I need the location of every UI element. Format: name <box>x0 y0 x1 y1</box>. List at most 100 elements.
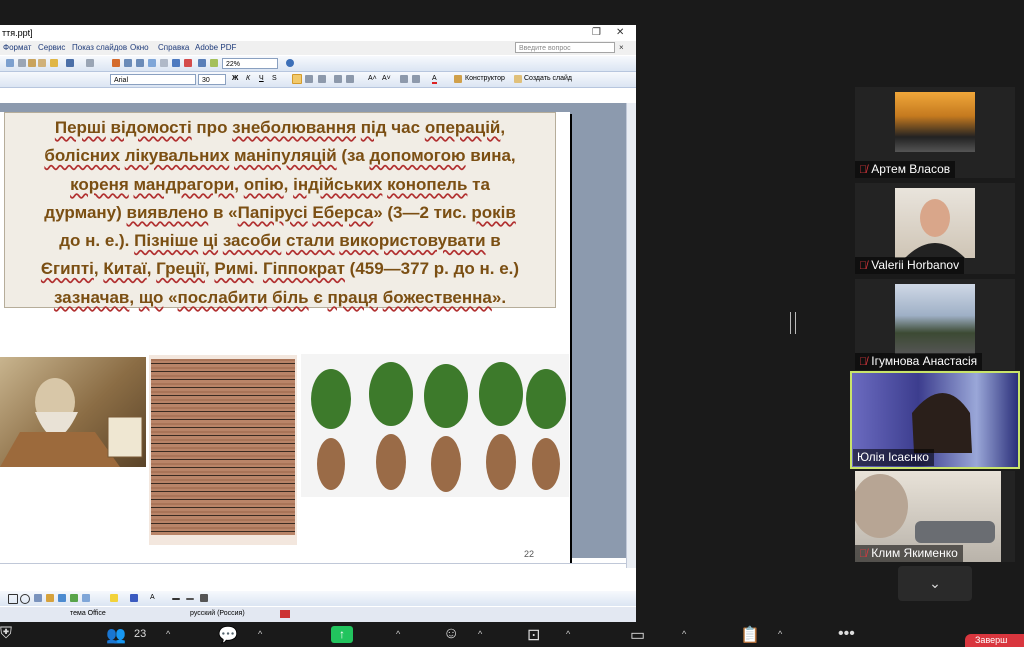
apps-caret-icon[interactable]: ^ <box>566 629 570 639</box>
new-slide-button[interactable]: Создать слайд <box>524 75 572 82</box>
help-icon[interactable] <box>286 59 294 67</box>
standard-toolbar: 22% <box>0 56 636 72</box>
align-right-icon[interactable] <box>318 75 326 83</box>
reactions-icon[interactable]: ☺ <box>443 625 459 643</box>
wordart-tool-icon[interactable] <box>46 594 54 602</box>
font-color-draw-icon[interactable]: A <box>150 594 155 601</box>
line-style-icon[interactable] <box>172 598 180 600</box>
end-meeting-button[interactable]: Заверш <box>965 634 1024 647</box>
design-button[interactable]: Конструктор <box>465 75 505 82</box>
slide-text-segment: (за <box>336 146 370 166</box>
oval-tool-icon[interactable] <box>20 594 30 604</box>
spellcheck-word: божественна <box>382 287 492 307</box>
share-caret-icon[interactable]: ^ <box>396 629 400 639</box>
participant-tile-3[interactable]: 🎙̸ Ігумнова Анастасія <box>855 279 1015 370</box>
show-formatting-icon[interactable] <box>184 59 192 67</box>
bullets-icon[interactable] <box>346 75 354 83</box>
security-shield-icon[interactable]: ⛨ <box>0 625 12 643</box>
spellcheck-word: праця <box>327 287 378 307</box>
notes-icon[interactable]: 📋 <box>740 625 760 645</box>
undo-icon[interactable] <box>66 59 74 67</box>
spelling-icon[interactable] <box>280 610 290 618</box>
participant-tile-4[interactable]: Юлія Ісаєнко <box>850 371 1020 469</box>
increase-indent-icon[interactable] <box>412 75 420 83</box>
muted-mic-icon: 🎙̸ <box>859 356 868 368</box>
zoom-select[interactable]: 22% <box>222 58 278 69</box>
split-drag-handle[interactable] <box>790 312 796 334</box>
chart-icon[interactable] <box>112 59 120 67</box>
participant-tile-2[interactable]: 🎙̸ Valerii Horbanov <box>855 183 1015 274</box>
more-icon[interactable]: ••• <box>838 625 855 643</box>
bold-button[interactable]: Ж <box>232 75 238 82</box>
ask-question-input[interactable]: Введите вопрос <box>515 42 615 53</box>
increase-font-icon[interactable]: A˄ <box>368 75 377 82</box>
textbox-tool-icon[interactable] <box>34 594 42 602</box>
menu-adobe-pdf[interactable]: Adobe PDF <box>195 43 236 52</box>
dash-style-icon[interactable] <box>186 598 194 600</box>
tables-borders-icon[interactable] <box>136 59 144 67</box>
arrow-style-icon[interactable] <box>200 594 208 602</box>
cut-icon[interactable] <box>18 59 26 67</box>
spellcheck-word: лікувальних <box>124 146 230 166</box>
participants-caret-icon[interactable]: ^ <box>166 629 170 639</box>
menu-help[interactable]: Справка <box>158 43 189 52</box>
menu-close-icon[interactable]: × <box>619 43 624 52</box>
participants-icon[interactable]: 👥 <box>106 625 126 645</box>
participant-tile-1[interactable]: 🎙̸ Артем Власов <box>855 87 1015 178</box>
slide-canvas[interactable]: Перші відомості про знеболювання під час… <box>0 112 570 572</box>
picture-tool-icon[interactable] <box>82 594 90 602</box>
fill-color-icon[interactable] <box>110 594 118 602</box>
slide-text-box[interactable]: Перші відомості про знеболювання під час… <box>4 112 556 308</box>
menu-window[interactable]: Окно <box>130 43 149 52</box>
chat-icon[interactable]: 💬 <box>218 625 238 645</box>
rectangle-tool-icon[interactable] <box>8 594 18 604</box>
design-icon[interactable] <box>454 75 462 83</box>
whiteboard-icon[interactable]: ▭ <box>630 625 645 645</box>
apps-icon[interactable]: ⊡ <box>527 625 540 645</box>
grid-icon[interactable] <box>160 59 168 67</box>
clipart-tool-icon[interactable] <box>70 594 78 602</box>
color-grayscale-icon[interactable] <box>198 59 206 67</box>
slide-text-segment: в « <box>208 202 238 222</box>
paste-icon[interactable] <box>38 59 46 67</box>
insert-picture-icon[interactable] <box>148 59 156 67</box>
grayscale-icon[interactable] <box>210 59 218 67</box>
close-icon[interactable]: ✕ <box>616 27 624 38</box>
font-size-select[interactable]: 30 <box>198 74 226 85</box>
font-select[interactable]: Arial <box>110 74 196 85</box>
vertical-scrollbar[interactable] <box>626 103 636 568</box>
line-color-icon[interactable] <box>130 594 138 602</box>
share-screen-icon[interactable]: ↑ <box>331 626 353 643</box>
new-slide-icon[interactable] <box>514 75 522 83</box>
chat-caret-icon[interactable]: ^ <box>258 629 262 639</box>
notes-caret-icon[interactable]: ^ <box>778 629 782 639</box>
menu-service[interactable]: Сервис <box>38 43 65 52</box>
font-color-icon[interactable]: A <box>432 75 437 84</box>
copy-icon[interactable] <box>28 59 36 67</box>
spellcheck-word: конопель <box>387 174 468 194</box>
underline-button[interactable]: Ч <box>259 75 264 82</box>
participant-tile-5[interactable]: 🎙̸ Клим Якименко <box>855 471 1015 562</box>
align-left-icon[interactable] <box>292 74 302 84</box>
italic-button[interactable]: К <box>246 75 250 82</box>
format-painter-icon[interactable] <box>50 59 58 67</box>
shadow-button[interactable]: S <box>272 75 277 82</box>
redo-icon[interactable] <box>86 59 94 67</box>
open-icon[interactable] <box>6 59 14 67</box>
slide-line-1: Перші відомості про знеболювання під час… <box>5 114 555 142</box>
decrease-font-icon[interactable]: A˅ <box>382 75 391 82</box>
reactions-caret-icon[interactable]: ^ <box>478 629 482 639</box>
menu-format[interactable]: Формат <box>3 43 31 52</box>
menu-slideshow[interactable]: Показ слайдов <box>72 43 127 52</box>
numbering-icon[interactable] <box>334 75 342 83</box>
whiteboard-caret-icon[interactable]: ^ <box>682 629 686 639</box>
decrease-indent-icon[interactable] <box>400 75 408 83</box>
table-icon[interactable] <box>124 59 132 67</box>
chevron-down-icon[interactable]: ⌄ <box>898 566 972 601</box>
expand-icon[interactable] <box>172 59 180 67</box>
align-center-icon[interactable] <box>305 75 313 83</box>
slide-text-segment: (459—377 р. до н. е.) <box>344 259 520 279</box>
diagram-tool-icon[interactable] <box>58 594 66 602</box>
restore-icon[interactable]: ❐ <box>592 27 601 38</box>
notes-pane[interactable] <box>0 563 626 590</box>
